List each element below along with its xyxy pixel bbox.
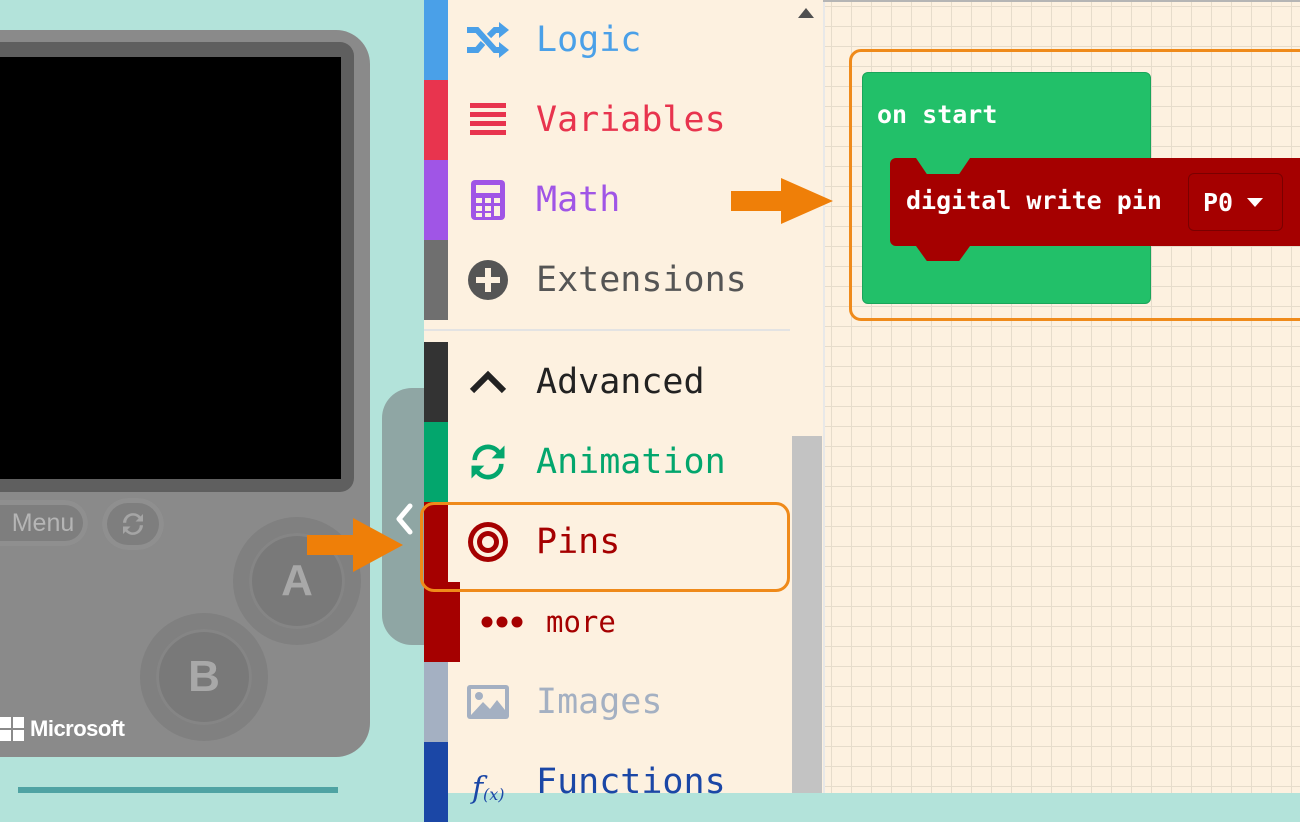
toolbox-category-advanced[interactable]: Advanced: [424, 342, 790, 422]
refresh-icon: [464, 440, 512, 484]
restart-button[interactable]: [102, 498, 164, 550]
toolbox-label-more: more: [546, 605, 616, 639]
calculator-icon: [464, 178, 512, 222]
refresh-icon: [123, 513, 143, 535]
toolbox-label-images: Images: [536, 682, 663, 722]
toolbox-category-animation[interactable]: Animation: [424, 422, 790, 502]
arrow-pointer-icon: [731, 178, 833, 224]
pins-highlight-box: [420, 502, 790, 592]
toolbox-category-extensions[interactable]: Extensions: [424, 240, 790, 320]
windows-logo-icon: [0, 717, 24, 741]
plus-circle-icon: [464, 258, 512, 302]
list-icon: [464, 98, 512, 142]
workspace-highlight-box: [849, 49, 1300, 321]
microsoft-logo: Microsoft: [0, 716, 125, 742]
arrow-pointer-icon: [307, 518, 403, 572]
toolbox: Logic Variables Math Extensions Advanced…: [424, 0, 790, 822]
toolbox-label-math: Math: [536, 180, 621, 220]
toolbox-category-variables[interactable]: Variables: [424, 80, 790, 160]
dots-icon: [478, 600, 526, 644]
toolbox-scrollbar[interactable]: [790, 0, 823, 793]
toolbox-divider: [424, 329, 790, 331]
toolbox-category-images[interactable]: Images: [424, 662, 790, 742]
toolbox-label-logic: Logic: [536, 20, 642, 60]
toolbox-label-functions: Functions: [536, 762, 726, 802]
shuffle-icon: [464, 18, 512, 62]
scrollbar-thumb[interactable]: [792, 436, 822, 793]
scroll-up-icon[interactable]: [798, 8, 814, 18]
workspace-top-border: [823, 0, 1300, 2]
toolbox-category-functions[interactable]: f (x) Functions: [424, 742, 790, 822]
toolbox-label-extensions: Extensions: [536, 260, 747, 300]
toolbox-category-logic[interactable]: Logic: [424, 0, 790, 80]
chevron-up-icon: [464, 360, 512, 404]
button-b-label: B: [156, 629, 252, 725]
simulator-toolbar-strip: [18, 787, 338, 793]
toolbox-category-pins-more[interactable]: more: [424, 582, 790, 662]
toolbox-label-advanced: Advanced: [536, 362, 705, 402]
brand-label: Microsoft: [30, 716, 125, 741]
toolbox-label-variables: Variables: [536, 100, 726, 140]
menu-button-label: Menu: [11, 508, 75, 537]
simulator-panel: Menu A B Microsoft: [0, 0, 424, 793]
menu-button[interactable]: Menu: [0, 500, 88, 546]
function-icon: f (x): [464, 760, 512, 804]
simulator-screen: [0, 57, 341, 479]
button-b[interactable]: B: [140, 613, 268, 741]
toolbox-label-animation: Animation: [536, 442, 726, 482]
image-icon: [464, 680, 512, 724]
svg-text:(x): (x): [483, 785, 505, 804]
